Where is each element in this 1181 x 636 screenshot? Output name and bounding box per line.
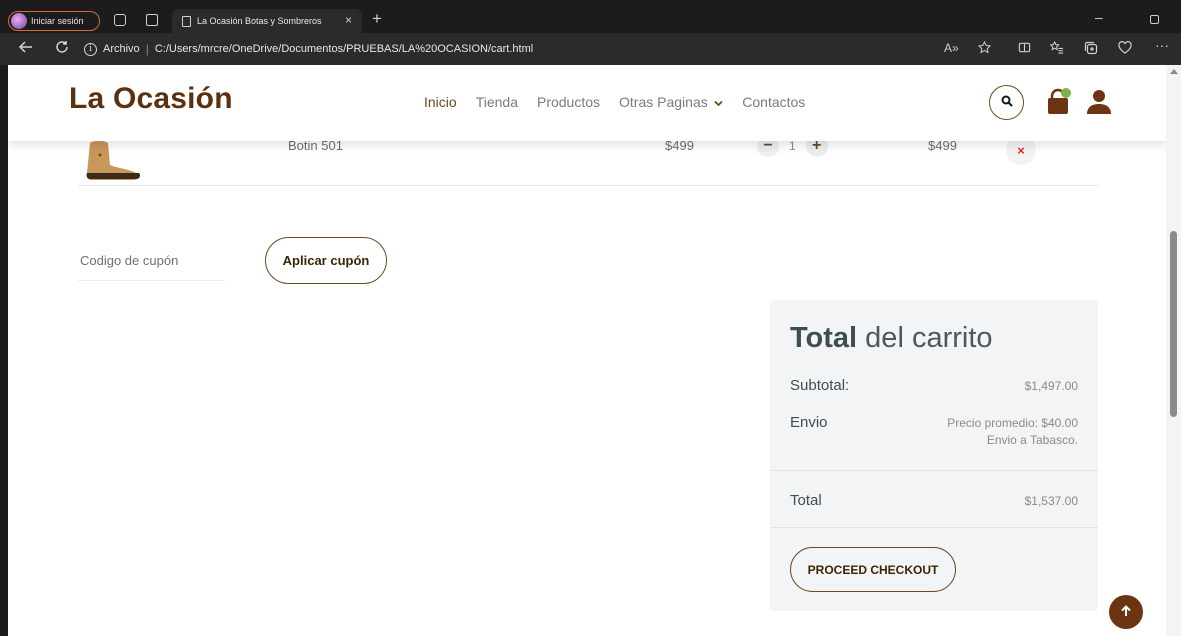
page-viewport: La Ocasión Inicio Tienda Productos Otras… [8,65,1166,636]
tab-title: La Ocasión Botas y Sombreros [197,16,322,26]
info-icon[interactable]: i [84,42,97,56]
main-nav: Inicio Tienda Productos Otras Paginas Co… [424,94,824,110]
product-image [78,135,148,185]
cart-totals-title: Total del carrito [790,322,993,355]
address-bar: i Archivo | C:/Users/mrcre/OneDrive/Docu… [0,33,1181,65]
page-icon [182,15,191,27]
split-screen-icon[interactable] [1018,41,1031,57]
collections-icon[interactable] [1084,41,1098,58]
proceed-checkout-button[interactable]: PROCEED CHECKOUT [790,547,956,592]
profile-avatar [11,13,27,29]
shipping-label: Envio [790,414,828,431]
nav-item-otras-paginas[interactable]: Otras Paginas [619,94,723,110]
browser-tab[interactable]: La Ocasión Botas y Sombreros × [172,9,362,33]
cart-totals-title-bold: Total [790,322,858,354]
cart-button[interactable] [1043,87,1073,117]
nav-item-productos[interactable]: Productos [537,94,600,110]
divider [770,470,1098,471]
nav-item-inicio[interactable]: Inicio [424,94,457,110]
arrow-up-icon [1120,604,1132,621]
url-badge: Archivo [103,43,140,55]
minimize-button[interactable]: – [1095,9,1103,25]
nav-item-tienda[interactable]: Tienda [476,94,518,110]
back-to-top-button[interactable] [1109,595,1143,629]
shipping-price: Precio promedio: $40.00 [947,416,1078,430]
cart-totals-card: Total del carrito Subtotal: $1,497.00 En… [770,300,1098,611]
browser-essentials-icon[interactable] [1118,41,1132,57]
coupon-input[interactable] [78,241,225,281]
chevron-down-icon [712,99,724,109]
scroll-up-icon[interactable] [1170,69,1178,74]
apply-coupon-button[interactable]: Aplicar cupón [265,237,387,284]
subtotal-label: Subtotal: [790,377,850,394]
page-scrollbar[interactable] [1166,65,1181,636]
url-separator: | [145,42,149,56]
site-header: La Ocasión Inicio Tienda Productos Otras… [8,65,1166,141]
subtotal-value: $1,497.00 [1024,379,1078,393]
account-button[interactable] [1084,87,1114,117]
back-icon[interactable] [18,39,34,60]
browser-tab-bar: Iniciar sesión La Ocasión Botas y Sombre… [0,0,1181,33]
shipping-info: Precio promedio: $40.00 Envio a Tabasco. [947,415,1078,449]
search-button[interactable] [989,85,1024,120]
tab-actions-icon[interactable] [146,14,158,26]
profile-button[interactable]: Iniciar sesión [8,11,100,31]
site-logo[interactable]: La Ocasión [69,82,233,116]
url-field[interactable]: i Archivo | C:/Users/mrcre/OneDrive/Docu… [84,37,1084,61]
search-icon [1001,94,1013,112]
divider [770,527,1098,528]
user-icon [1084,90,1114,121]
window-edge [0,65,8,636]
url-text: C:/Users/mrcre/OneDrive/Documentos/PRUEB… [154,43,534,55]
qty-value[interactable]: 1 [789,139,796,153]
read-aloud-icon[interactable]: A» [944,41,959,55]
new-tab-button[interactable]: + [372,9,382,29]
shipping-destination: Envio a Tabasco. [986,433,1078,447]
total-value: $1,537.00 [1024,494,1078,508]
shopping-bag-icon [1043,88,1073,121]
more-options-icon[interactable]: ··· [1155,37,1169,53]
nav-item-contactos[interactable]: Contactos [742,94,805,110]
profile-label: Iniciar sesión [31,16,84,26]
tab-close-icon[interactable]: × [345,13,352,27]
nav-item-otras-paginas-label: Otras Paginas [619,94,708,110]
favorite-star-icon[interactable] [977,40,992,57]
cart-totals-title-rest: del carrito [857,322,993,354]
reload-icon[interactable] [54,39,70,60]
total-label: Total [790,492,822,509]
restore-button[interactable] [1150,15,1159,24]
scrollbar-thumb[interactable] [1170,231,1177,417]
favorites-icon[interactable] [1049,40,1064,57]
workspaces-icon[interactable] [114,14,126,26]
